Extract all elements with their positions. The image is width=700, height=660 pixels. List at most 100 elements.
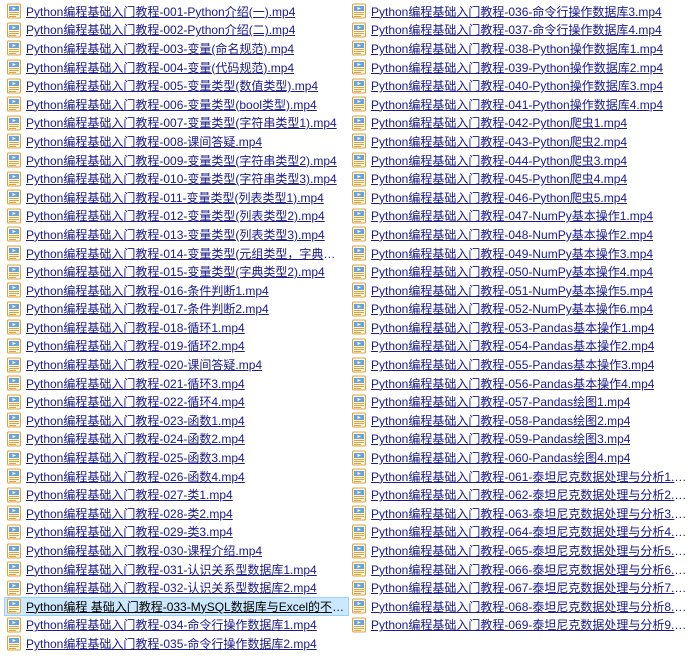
file-name: Python编程基础入门教程-028-类2.mp4 [26,505,233,522]
file-item[interactable]: Python编程基础入门教程-051-NumPy基本操作5.mp4 [349,281,694,300]
file-item[interactable]: Python编程基础入门教程-009-变量类型(字符串类型2).mp4 [4,151,349,170]
file-item[interactable]: Python编程基础入门教程-026-函数4.mp4 [4,467,349,486]
file-item[interactable]: Python编程基础入门教程-029-类3.mp4 [4,523,349,542]
file-name: Python编程基础入门教程-066-泰坦尼克数据处理与分析6.mp4 [371,561,692,578]
file-item[interactable]: Python编程基础入门教程-061-泰坦尼克数据处理与分析1.mp4 [349,467,694,486]
file-item[interactable]: Python编程基础入门教程-031-认识关系型数据库1.mp4 [4,560,349,579]
file-item[interactable]: Python编程基础入门教程-002-Python介绍(二).mp4 [4,21,349,40]
file-item[interactable]: Python编程基础入门教程-027-类1.mp4 [4,485,349,504]
file-item[interactable]: Python编程基础入门教程-046-Python爬虫5.mp4 [349,188,694,207]
file-item[interactable]: Python编程基础入门教程-048-NumPy基本操作2.mp4 [349,225,694,244]
file-item[interactable]: Python编程基础入门教程-024-函数2.mp4 [4,430,349,449]
file-item[interactable]: Python编程基础入门教程-042-Python爬虫1.mp4 [349,114,694,133]
file-item[interactable]: Python编程基础入门教程-053-Pandas基本操作1.mp4 [349,318,694,337]
file-item[interactable]: Python编程基础入门教程-023-函数1.mp4 [4,411,349,430]
file-item[interactable]: Python编程基础入门教程-047-NumPy基本操作1.mp4 [349,207,694,226]
file-item[interactable]: Python编程基础入门教程-016-条件判断1.mp4 [4,281,349,300]
file-item[interactable]: Python编程基础入门教程-052-NumPy基本操作6.mp4 [349,300,694,319]
file-item[interactable]: Python编程基础入门教程-060-Pandas绘图4.mp4 [349,448,694,467]
video-file-icon [351,338,367,354]
file-item[interactable]: Python编程基础入门教程-068-泰坦尼克数据处理与分析8.mp4 [349,597,694,616]
video-file-icon [6,338,22,354]
file-item[interactable]: Python编程基础入门教程-003-变量(命名规范).mp4 [4,39,349,58]
file-item[interactable]: Python编程基础入门教程-015-变量类型(字典类型2).mp4 [4,262,349,281]
file-name: Python编程基础入门教程-029-类3.mp4 [26,523,233,540]
file-item[interactable]: Python编程基础入门教程-001-Python介绍(一).mp4 [4,2,349,21]
video-file-icon [6,171,22,187]
file-item[interactable]: Python编程基础入门教程-014-变量类型(元组类型，字典类型1).mp4 [4,244,349,263]
file-item[interactable]: Python编程基础入门教程-063-泰坦尼克数据处理与分析3.mp4 [349,504,694,523]
video-file-icon [6,133,22,149]
file-item[interactable]: Python编程基础入门教程-043-Python爬虫2.mp4 [349,132,694,151]
video-file-icon [351,264,367,280]
video-file-icon [351,189,367,205]
video-file-icon [6,189,22,205]
file-item[interactable]: Python编程基础入门教程-055-Pandas基本操作3.mp4 [349,355,694,374]
file-item[interactable]: Python编程基础入门教程-041-Python操作数据库4.mp4 [349,95,694,114]
file-item[interactable]: Python编程基础入门教程-020-课间答疑.mp4 [4,355,349,374]
file-item[interactable]: Python编程基础入门教程-021-循环3.mp4 [4,374,349,393]
file-item[interactable]: Python编程基础入门教程-045-Python爬虫4.mp4 [349,169,694,188]
file-item[interactable]: Python编程基础入门教程-057-Pandas绘图1.mp4 [349,392,694,411]
file-item[interactable]: Python编程基础入门教程-066-泰坦尼克数据处理与分析6.mp4 [349,560,694,579]
file-item[interactable]: Python编程基础入门教程-037-命令行操作数据库4.mp4 [349,21,694,40]
file-item[interactable]: Python编程基础入门教程-022-循环4.mp4 [4,392,349,411]
file-item[interactable]: Python编程基础入门教程-040-Python操作数据库3.mp4 [349,76,694,95]
file-name: Python编程基础入门教程-041-Python操作数据库4.mp4 [371,96,663,113]
video-file-icon [351,208,367,224]
file-item[interactable]: Python编程基础入门教程-067-泰坦尼克数据处理与分析7.mp4 [349,578,694,597]
file-name: Python编程基础入门教程-008-课间答疑.mp4 [26,133,262,150]
video-file-icon [351,319,367,335]
file-item[interactable]: Python编程基础入门教程-058-Pandas绘图2.mp4 [349,411,694,430]
file-item[interactable]: Python编程基础入门教程-036-命令行操作数据库3.mp4 [349,2,694,21]
file-item[interactable]: Python编程基础入门教程-006-变量类型(bool类型).mp4 [4,95,349,114]
file-item[interactable]: Python编程基础入门教程-030-课程介绍.mp4 [4,541,349,560]
file-item[interactable]: Python编程基础入门教程-012-变量类型(列表类型2).mp4 [4,207,349,226]
file-name: Python编程基础入门教程-036-命令行操作数据库3.mp4 [371,3,662,20]
file-item[interactable]: Python编程基础入门教程-044-Python爬虫3.mp4 [349,151,694,170]
file-item[interactable]: Python编程基础入门教程-017-条件判断2.mp4 [4,300,349,319]
video-file-icon [6,152,22,168]
video-file-icon [351,357,367,373]
file-item[interactable]: Python编程基础入门教程-013-变量类型(列表类型3).mp4 [4,225,349,244]
file-item[interactable]: Python编程基础入门教程-049-NumPy基本操作3.mp4 [349,244,694,263]
file-name: Python编程基础入门教程-053-Pandas基本操作1.mp4 [371,319,654,336]
file-item[interactable]: Python编程基础入门教程-039-Python操作数据库2.mp4 [349,58,694,77]
file-item[interactable]: Python编程基础入门教程-028-类2.mp4 [4,504,349,523]
video-file-icon [351,152,367,168]
file-item[interactable]: Python编程基础入门教程-018-循环1.mp4 [4,318,349,337]
video-file-icon [6,524,22,540]
file-item[interactable]: Python编程基础入门教程-062-泰坦尼克数据处理与分析2.mp4 [349,485,694,504]
file-item[interactable]: Python编程基础入门教程-064-泰坦尼克数据处理与分析4.mp4 [349,523,694,542]
file-item[interactable]: Python编程基础入门教程-025-函数3.mp4 [4,448,349,467]
file-name: Python编程基础入门教程-055-Pandas基本操作3.mp4 [371,356,654,373]
video-file-icon [6,301,22,317]
video-file-icon [351,617,367,633]
video-file-icon [351,282,367,298]
file-item[interactable]: Python编程基础入门教程-069-泰坦尼克数据处理与分析9.mp4 [349,616,694,635]
file-item[interactable]: Python编程基础入门教程-054-Pandas基本操作2.mp4 [349,337,694,356]
file-item[interactable]: Python编程基础入门教程-007-变量类型(字符串类型1).mp4 [4,114,349,133]
file-item[interactable]: Python编程基础入门教程-011-变量类型(列表类型1).mp4 [4,188,349,207]
file-item[interactable]: Python编程基础入门教程-035-命令行操作数据库2.mp4 [4,634,349,653]
video-file-icon [351,505,367,521]
file-item[interactable]: Python编程基础入门教程-004-变量(代码规范).mp4 [4,58,349,77]
file-item[interactable]: Python编程基础入门教程-019-循环2.mp4 [4,337,349,356]
file-item[interactable]: Python编程基础入门教程-005-变量类型(数值类型).mp4 [4,76,349,95]
file-name: Python编程基础入门教程-035-命令行操作数据库2.mp4 [26,635,317,652]
file-name: Python编程基础入门教程-006-变量类型(bool类型).mp4 [26,96,317,113]
file-item[interactable]: Python编程基础入门教程-056-Pandas基本操作4.mp4 [349,374,694,393]
file-item[interactable]: Python编程基础入门教程-050-NumPy基本操作4.mp4 [349,262,694,281]
file-item[interactable]: Python编程基础入门教程-038-Python操作数据库1.mp4 [349,39,694,58]
file-item[interactable]: Python编程 基础入门教程-033-MySQL数据库与Excel的不同.mp… [4,597,349,616]
file-item[interactable]: Python编程基础入门教程-032-认识关系型数据库2.mp4 [4,578,349,597]
file-item[interactable]: Python编程基础入门教程-010-变量类型(字符串类型3).mp4 [4,169,349,188]
file-item[interactable]: Python编程基础入门教程-008-课间答疑.mp4 [4,132,349,151]
file-list[interactable]: Python编程基础入门教程-001-Python介绍(一).mp4 Pytho… [0,0,700,660]
file-item[interactable]: Python编程基础入门教程-059-Pandas绘图3.mp4 [349,430,694,449]
file-item[interactable]: Python编程基础入门教程-065-泰坦尼克数据处理与分析5.mp4 [349,541,694,560]
file-item[interactable]: Python编程基础入门教程-034-命令行操作数据库1.mp4 [4,616,349,635]
video-file-icon [6,264,22,280]
video-file-icon [6,412,22,428]
file-name: Python编程基础入门教程-058-Pandas绘图2.mp4 [371,412,630,429]
